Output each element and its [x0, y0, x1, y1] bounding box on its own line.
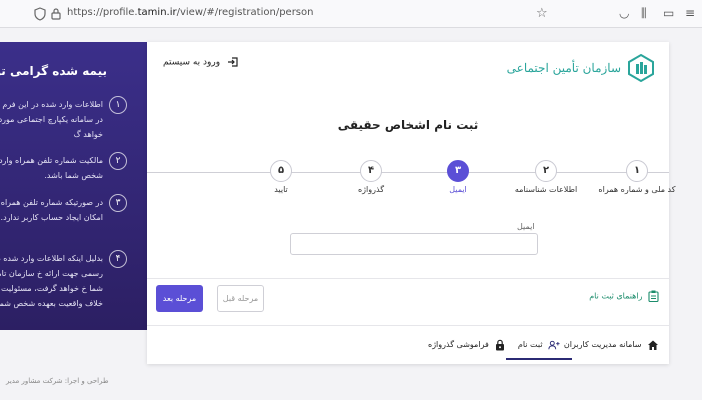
- notice-number: ۲: [109, 152, 127, 170]
- step-label: اطلاعات شناسنامه: [514, 185, 578, 194]
- pocket-icon[interactable]: ◡: [619, 6, 629, 20]
- divider: [147, 325, 669, 326]
- guide-label: راهنمای ثبت نام: [589, 291, 643, 301]
- org-name: سازمان تأمین اجتماعی: [506, 61, 621, 75]
- nav-user-management[interactable]: سامانه مدیریت کاربران: [564, 330, 659, 360]
- form-title: ثبت نام اشخاص حقیقی: [337, 118, 479, 132]
- logo-emblem-icon: [628, 54, 654, 82]
- login-icon: [227, 57, 238, 67]
- step-number: ۵: [270, 160, 292, 182]
- step-1: ۱ کد ملی و شماره همراه: [587, 160, 687, 194]
- step-label: کد ملی و شماره همراه: [598, 185, 676, 194]
- step-label: ایمیل: [449, 185, 467, 194]
- nav-label: سامانه مدیریت کاربران: [563, 340, 642, 349]
- next-step-button[interactable]: مرحله بعد: [156, 285, 203, 312]
- clipboard-icon: [648, 290, 659, 302]
- notice-number: ۱: [109, 96, 127, 114]
- step-3: ۳ ایمیل: [408, 160, 508, 194]
- step-number: ۲: [535, 160, 557, 182]
- step-label: گذرواژه: [357, 185, 384, 194]
- registration-stepper: ۱ کد ملی و شماره همراه ۲ اطلاعات شناسنام…: [147, 160, 676, 200]
- notice-number: ۳: [109, 194, 127, 212]
- nav-register[interactable]: ثبت نام: [506, 330, 572, 360]
- browser-toolbar: https://profile.tamin.ir/view/#/registra…: [0, 0, 702, 28]
- sidebar-icon[interactable]: ▭: [663, 6, 674, 20]
- nav-label: ثبت نام: [517, 340, 543, 349]
- step-number: ۱: [626, 160, 648, 182]
- shield-icon[interactable]: [34, 7, 46, 21]
- footer-credit: طراحی و اجرا: شرکت مشاور مدیر: [6, 377, 109, 385]
- library-icon[interactable]: ⫼: [641, 6, 647, 21]
- home-icon: [648, 340, 658, 350]
- step-label: تایید: [274, 185, 288, 194]
- page: بیمه شده گرامی توجه داشت ۱ اطلاعات وارد …: [0, 28, 702, 400]
- login-label: ورود به سیستم: [163, 57, 221, 68]
- notice-number: ۴: [109, 250, 127, 268]
- add-user-icon: [548, 340, 560, 349]
- org-logo[interactable]: سازمان تأمین اجتماعی: [507, 54, 655, 84]
- notice-text: در صورتیکه شماره تلفن همراه وار شما نباش…: [0, 198, 103, 222]
- notice-text: بدلیل اینکه اطلاعات وارد شده در ز پس بصو…: [0, 254, 103, 308]
- notice-text: مالکیت شماره تلفن همراه وارد شد متعلق به…: [0, 156, 103, 180]
- padlock-icon: [496, 339, 505, 350]
- divider: [147, 278, 669, 279]
- url-suffix: /view/#/registration/person: [176, 7, 314, 18]
- email-label: ایمیل: [517, 222, 535, 231]
- previous-step-button[interactable]: مرحله قبل: [217, 285, 264, 312]
- email-field[interactable]: [290, 233, 538, 255]
- step-5: ۵ تایید: [231, 160, 331, 194]
- step-number: ۳: [447, 160, 469, 182]
- url-field[interactable]: https://profile.tamin.ir/view/#/registra…: [67, 7, 313, 18]
- step-4: ۴ گذرواژه: [321, 160, 421, 194]
- nav-label: فراموشی گذرواژه: [428, 340, 489, 349]
- star-icon[interactable]: ☆: [536, 6, 548, 21]
- url-prefix: https://profile.: [67, 7, 138, 18]
- panel-title: بیمه شده گرامی توجه داشت: [0, 64, 107, 78]
- notice-panel: بیمه شده گرامی توجه داشت ۱ اطلاعات وارد …: [0, 42, 147, 330]
- login-link[interactable]: ورود به سیستم: [163, 56, 239, 68]
- step-number: ۴: [360, 160, 382, 182]
- url-domain: tamin.ir: [137, 7, 177, 18]
- step-2: ۲ اطلاعات شناسنامه: [496, 160, 596, 194]
- registration-guide-link[interactable]: راهنمای ثبت نام: [589, 290, 659, 302]
- registration-card: سازمان تأمین اجتماعی ورود به سیستم ثبت ن…: [147, 42, 676, 364]
- menu-icon[interactable]: ≡: [685, 6, 695, 20]
- lock-icon[interactable]: [50, 7, 62, 21]
- notice-text: اطلاعات وارد شده در این فرم ا شناسایی شم…: [0, 100, 103, 139]
- nav-forgot-password[interactable]: فراموشی گذرواژه: [428, 330, 506, 360]
